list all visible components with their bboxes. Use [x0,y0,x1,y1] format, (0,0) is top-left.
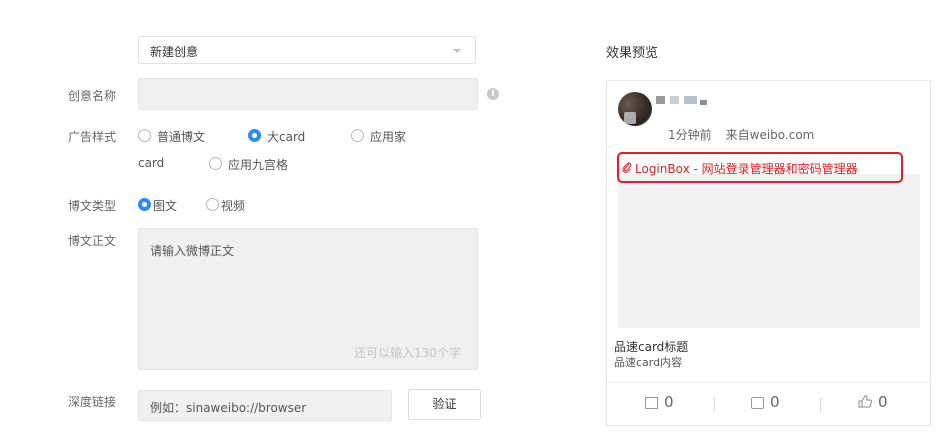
radio-app-card[interactable] [351,129,364,142]
paperclip-icon [622,162,632,176]
repost-count: 0 [664,393,674,411]
repost-action[interactable]: 0 [645,393,674,411]
info-icon[interactable]: i [487,88,499,100]
option-image-text[interactable]: 图文 [153,197,177,214]
creative-select-value: 新建创意 [150,45,199,59]
card-link[interactable]: LoginBox - 网站登录管理器和密码管理器 [622,160,858,177]
radio-video[interactable] [206,198,219,211]
option-video[interactable]: 视频 [221,197,245,214]
char-counter: 还可以输入130个字 [354,346,461,360]
card-title: 品速card标题 [614,340,689,354]
option-ordinary-post[interactable]: 普通博文 [157,128,205,145]
deep-link-input[interactable]: 例如：sinaweibo://browser [138,390,392,421]
avatar-badge [624,112,636,124]
preview-title: 效果预览 [606,46,659,61]
option-app-card-suffix[interactable]: card [138,156,164,170]
deep-link-placeholder: 例如：sinaweibo://browser [150,401,307,415]
post-time: 1分钟前 [668,128,712,142]
radio-app-grid[interactable] [209,157,222,170]
option-big-card[interactable]: 大card [267,128,305,145]
like-count: 0 [878,393,888,411]
thumbs-up-icon [858,394,873,412]
post-body-placeholder: 请输入微博正文 [150,244,235,258]
card-image [618,174,920,328]
post-body-label: 博文正文 [68,234,117,248]
post-type-label: 博文类型 [68,199,117,213]
radio-image-text[interactable] [138,198,151,211]
blurred-username-part [684,96,697,104]
radio-big-card[interactable] [248,129,261,142]
card-link-text: LoginBox - 网站登录管理器和密码管理器 [635,162,858,176]
option-app-card[interactable]: 应用家 [370,128,406,145]
blurred-username [656,96,665,104]
repost-icon [645,397,658,409]
action-separator [714,398,715,412]
like-action[interactable]: 0 [858,393,888,411]
comment-action[interactable]: 0 [751,393,780,411]
creative-select[interactable]: 新建创意 [138,36,476,64]
option-app-grid[interactable]: 应用九宫格 [228,156,288,173]
radio-ordinary-post[interactable] [138,129,151,142]
card-content: 品速card内容 [614,356,683,369]
deep-link-label: 深度链接 [68,395,117,409]
creative-name-label: 创意名称 [68,89,117,103]
post-source: 来自weibo.com [725,128,815,142]
blurred-username-part [700,100,707,105]
actions-divider [607,382,930,383]
verify-button[interactable]: 验证 [408,389,481,420]
ad-style-label: 广告样式 [68,130,117,144]
comment-icon [751,397,764,409]
comment-count: 0 [770,393,780,411]
blurred-username-part [670,96,679,104]
post-body-textarea[interactable]: 请输入微博正文 还可以输入130个字 [138,228,478,370]
post-meta: 1分钟前 来自weibo.com [668,126,814,143]
creative-name-input[interactable] [138,78,478,110]
chevron-down-icon [453,49,461,53]
action-separator [820,398,821,412]
